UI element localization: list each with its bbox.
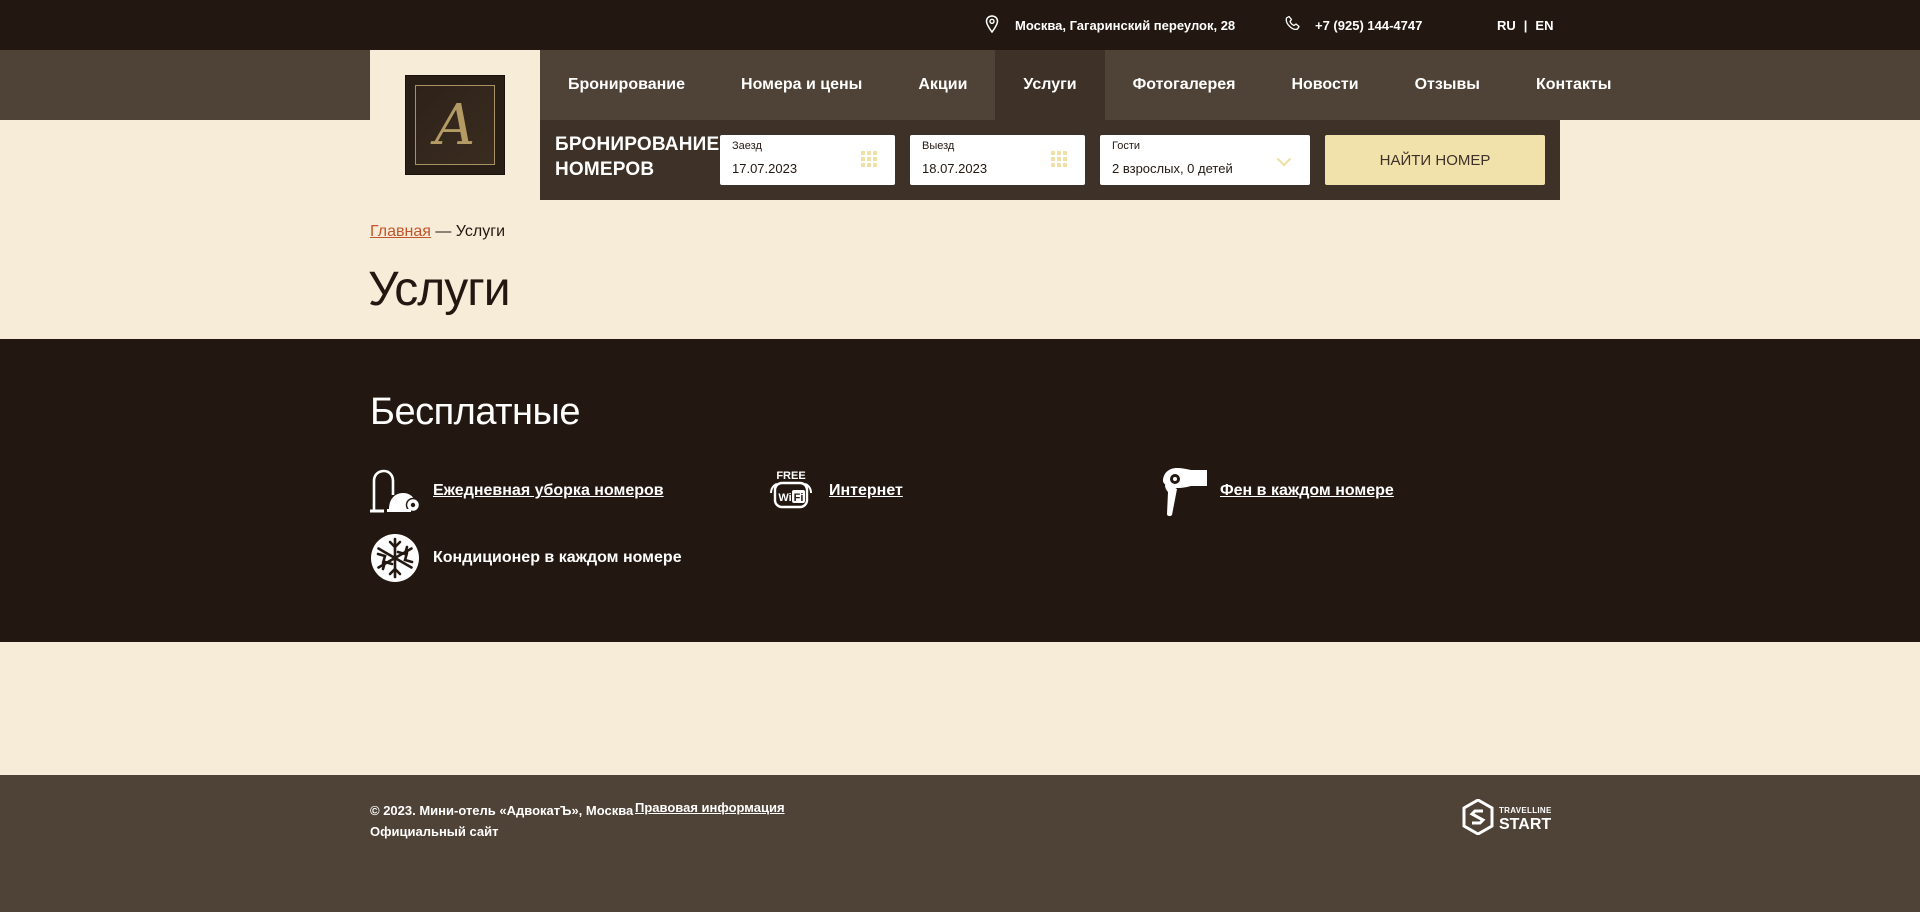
calendar-icon[interactable] bbox=[861, 151, 877, 172]
legal-info-link[interactable]: Правовая информация bbox=[635, 800, 785, 815]
checkout-label: Выезд bbox=[922, 140, 955, 152]
guests-value[interactable]: 2 взрослых, 0 детей bbox=[1112, 161, 1233, 176]
footer-copyright: © 2023. Мини-отель «АдвокатЪ», Москва Оф… bbox=[370, 800, 633, 842]
services-section: Бесплатные Ежедневная уборка номеров FRE… bbox=[0, 339, 1920, 642]
service-link-hairdryer[interactable]: Фен в каждом номере bbox=[1220, 482, 1394, 500]
nav-item-booking[interactable]: Бронирование bbox=[540, 50, 713, 120]
free-wifi-icon: FREE Wi Fi bbox=[764, 464, 818, 518]
svg-text:Wi: Wi bbox=[778, 492, 791, 504]
nav-item-rooms[interactable]: Номера и цены bbox=[713, 50, 890, 120]
breadcrumb-home-link[interactable]: Главная bbox=[370, 223, 431, 240]
travelline-text: TRAVELLINE START bbox=[1499, 805, 1552, 834]
location-pin-icon bbox=[985, 15, 1003, 35]
guests-field[interactable]: Гости 2 взрослых, 0 детей bbox=[1100, 135, 1310, 185]
breadcrumb-current: Услуги bbox=[455, 223, 505, 240]
phone-number[interactable]: +7 (925) 144-4747 bbox=[1315, 18, 1422, 33]
address-text: Москва, Гагаринский переулок, 28 bbox=[1015, 17, 1236, 33]
service-item-aircon: Кондиционер в каждом номере bbox=[368, 531, 682, 585]
vacuum-cleaner-icon bbox=[368, 464, 422, 518]
snowflake-icon bbox=[368, 531, 422, 585]
nav-item-gallery[interactable]: Фотогалерея bbox=[1105, 50, 1264, 120]
nav-item-news[interactable]: Новости bbox=[1263, 50, 1386, 120]
service-link-cleaning[interactable]: Ежедневная уборка номеров bbox=[433, 482, 664, 500]
nav-item-services[interactable]: Услуги bbox=[995, 50, 1105, 120]
booking-title-line2: НОМЕРОВ bbox=[555, 159, 655, 180]
official-site-text: Официальный сайт bbox=[370, 824, 499, 839]
hotel-logo[interactable]: А bbox=[405, 75, 505, 175]
hair-dryer-icon bbox=[1155, 464, 1209, 518]
footer: © 2023. Мини-отель «АдвокатЪ», Москва Оф… bbox=[0, 775, 1920, 912]
booking-title-line1: БРОНИРОВАНИЕ bbox=[555, 134, 720, 155]
travelline-s-icon bbox=[1462, 798, 1494, 840]
find-room-button[interactable]: НАЙТИ НОМЕР bbox=[1325, 135, 1545, 185]
travelline-big: START bbox=[1499, 816, 1552, 833]
services-heading: Бесплатные bbox=[370, 391, 580, 433]
guests-label: Гости bbox=[1112, 140, 1141, 152]
service-item-internet: FREE Wi Fi Интернет bbox=[764, 464, 903, 518]
wifi-badge-top: FREE bbox=[776, 470, 805, 482]
nav-item-reviews[interactable]: Отзывы bbox=[1387, 50, 1508, 120]
checkin-field[interactable]: Заезд 17.07.2023 bbox=[720, 135, 895, 185]
breadcrumb-separator: — bbox=[430, 223, 456, 240]
phone-block[interactable]: +7 (925) 144-4747 bbox=[1285, 0, 1422, 50]
checkout-value[interactable]: 18.07.2023 bbox=[922, 161, 987, 176]
breadcrumb: Главная — Услуги bbox=[370, 223, 505, 241]
checkout-field[interactable]: Выезд 18.07.2023 bbox=[910, 135, 1085, 185]
phone-icon bbox=[1285, 15, 1303, 35]
travelline-small: TRAVELLINE bbox=[1499, 806, 1552, 815]
service-link-internet[interactable]: Интернет bbox=[829, 482, 903, 500]
checkin-label: Заезд bbox=[732, 140, 762, 152]
service-label-aircon: Кондиционер в каждом номере bbox=[433, 549, 682, 566]
calendar-icon[interactable] bbox=[1051, 151, 1067, 172]
chevron-down-icon[interactable] bbox=[1276, 154, 1292, 172]
service-item-cleaning: Ежедневная уборка номеров bbox=[368, 464, 664, 518]
svg-text:Fi: Fi bbox=[794, 492, 804, 504]
lang-separator: | bbox=[1523, 17, 1528, 33]
nav-item-offers[interactable]: Акции bbox=[890, 50, 995, 120]
travelline-logo[interactable]: TRAVELLINE START bbox=[1462, 798, 1552, 840]
lang-ru[interactable]: RU bbox=[1497, 18, 1516, 33]
language-switcher: RU | EN bbox=[1497, 0, 1553, 50]
logo-letter: А bbox=[415, 85, 495, 165]
main-nav: Бронирование Номера и цены Акции Услуги … bbox=[540, 50, 1639, 120]
booking-panel: БРОНИРОВАНИЕ НОМЕРОВ Заезд 17.07.2023 Вы… bbox=[540, 120, 1560, 200]
service-item-hairdryer: Фен в каждом номере bbox=[1155, 464, 1394, 518]
top-bar: Москва, Гагаринский переулок, 28 +7 (925… bbox=[0, 0, 1920, 50]
copyright-text: © 2023. Мини-отель «АдвокатЪ», Москва bbox=[370, 803, 634, 818]
lang-en[interactable]: EN bbox=[1535, 18, 1553, 33]
checkin-value[interactable]: 17.07.2023 bbox=[732, 161, 797, 176]
page-title: Услуги bbox=[368, 263, 511, 316]
nav-item-contacts[interactable]: Контакты bbox=[1508, 50, 1639, 120]
address-block: Москва, Гагаринский переулок, 28 bbox=[985, 0, 1235, 50]
booking-title: БРОНИРОВАНИЕ НОМЕРОВ bbox=[555, 132, 719, 182]
